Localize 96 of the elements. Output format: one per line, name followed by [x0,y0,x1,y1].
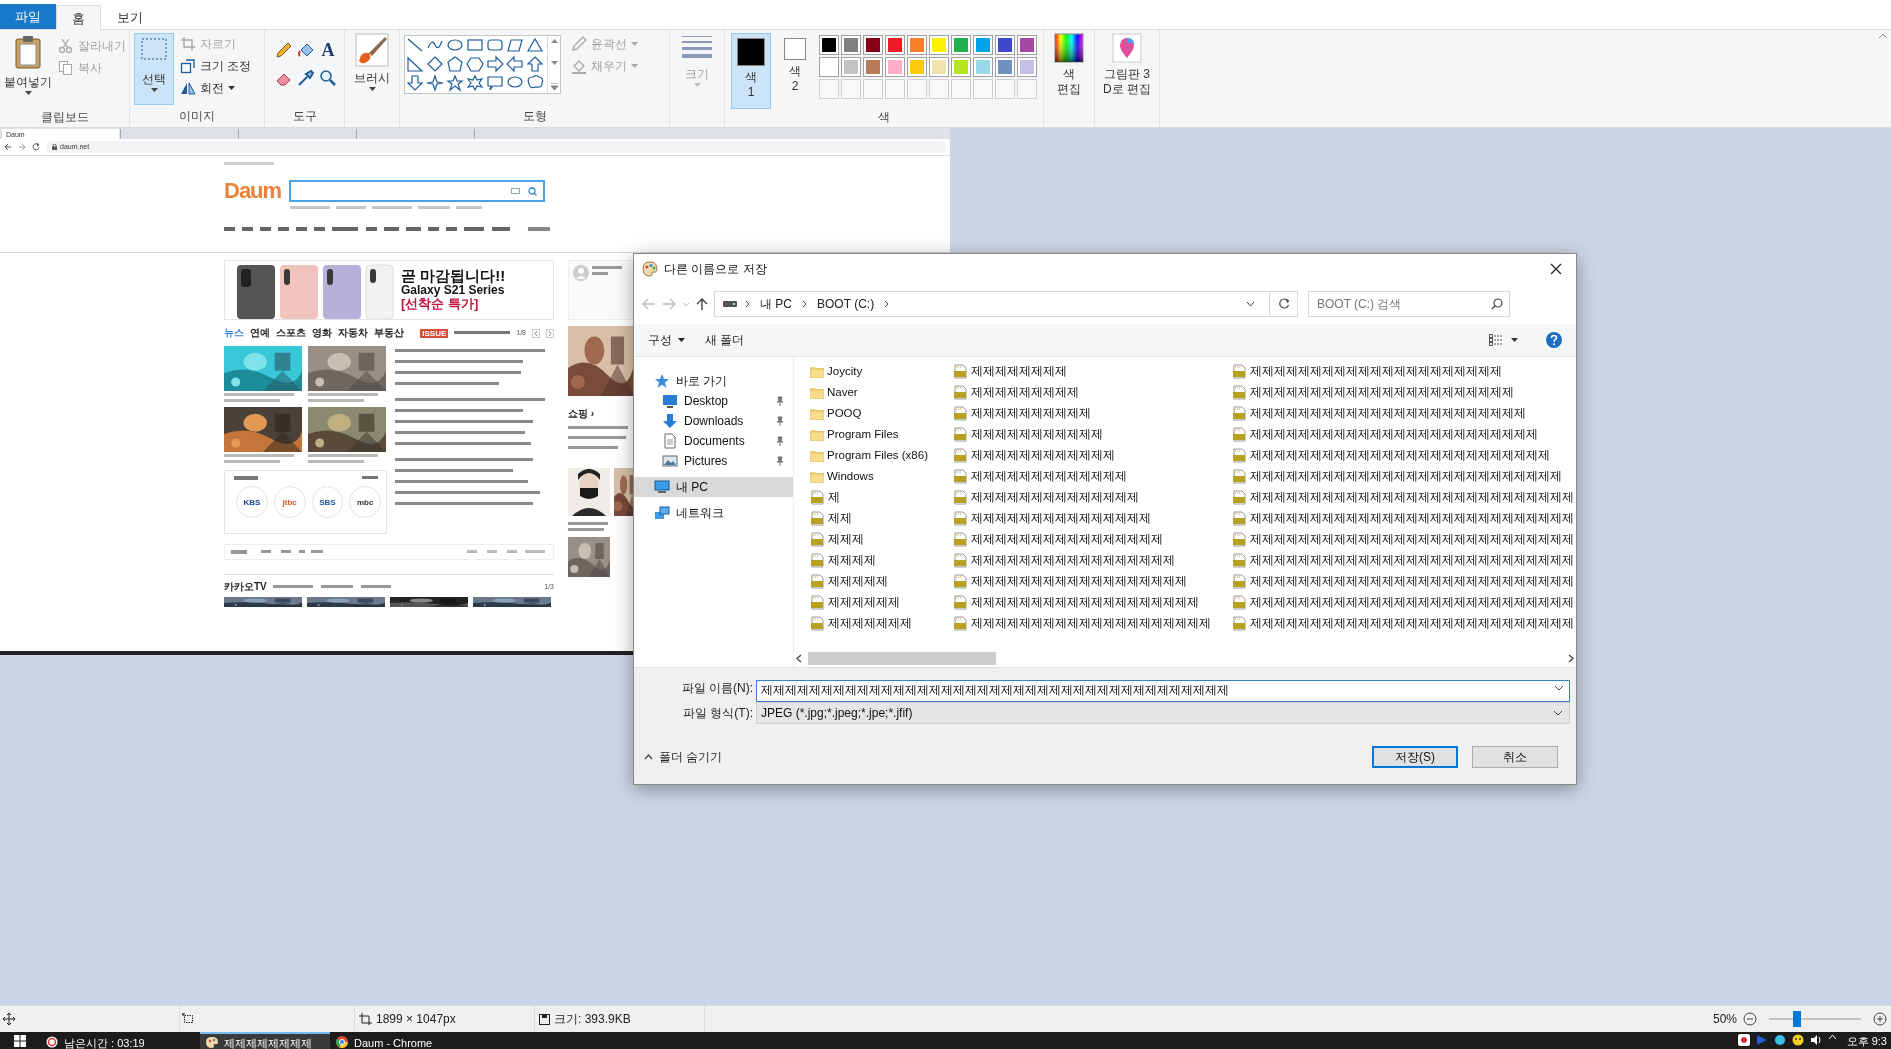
file-item[interactable]: 제제제제제제제 [810,613,912,634]
organize-button[interactable]: 구성 [648,331,685,349]
section-title: 카카오TV [224,581,267,593]
file-item[interactable]: 제제제제제제제제제제제제제제제제제제제제제제제제제제제 [1232,550,1574,571]
ad-headline: 곧 마감됩니다!! [401,269,506,283]
zoom-text: 50% [1712,1011,1737,1028]
news-tab[interactable]: 뉴스 [224,327,244,339]
new-folder-button[interactable]: 새 폴더 [705,331,745,349]
file-item[interactable]: 제제제제제제제제제 [953,382,1079,403]
file-item[interactable]: 제제제제제제제제제제제제제제제제제제제제제제제 [1232,403,1526,424]
file-item[interactable]: Joycity [810,361,863,382]
file-item[interactable]: 제제제 [810,529,864,550]
taskbar-button[interactable]: Daum - Chrome [330,1032,480,1049]
news-tab[interactable]: 영화 [312,327,332,339]
file-item[interactable]: 제제제제제제제제제제제제제제제제제제제제제제 [1232,382,1514,403]
news-tab[interactable]: 연예 [250,327,270,339]
dialog-title: 다른 이름으로 저장 [664,261,767,278]
file-item[interactable]: Program Files [810,424,899,445]
breadcrumb-item[interactable]: 내 PC [758,295,794,313]
paint-3d-button[interactable]: 그림판 3D로 편집 [1099,33,1155,97]
status-text: 크기: 393.9KB [554,1011,631,1028]
nav-pane-item[interactable]: 바로 가기 [634,371,793,391]
color-slot-button[interactable]: 색 2 [775,33,815,109]
file-item[interactable]: Program Files (x86) [810,445,928,466]
group-label: 색 [877,109,891,126]
field-label: 파일 이름(N): [680,680,754,697]
hide-folders-button[interactable]: 폴더 숨기기 [644,748,723,766]
file-item[interactable]: 제제제제제제제제제제 [953,403,1091,424]
paste-button[interactable]: 붙여넣기 [4,33,52,109]
nav-pane-item[interactable]: Downloads [634,411,793,431]
nav-pane-item[interactable]: 내 PC [634,477,793,497]
file-item[interactable]: 제제제제제제제제제제제 [953,424,1103,445]
group-label: 도형 [521,108,548,125]
file-item[interactable]: 제제제제제제제제 [953,361,1067,382]
file-item[interactable]: 제제제제제제제제제제제제제제제제제제제제제제제제제제제 [1232,487,1574,508]
file-item[interactable]: 제제제제 [810,550,876,571]
file-item[interactable]: Naver [810,382,858,403]
ad-product: Galaxy S21 Series [401,283,506,297]
file-item[interactable]: 제제제제제제제제제제제제제제제제제 [953,550,1175,571]
cancel-button[interactable]: 취소 [1472,746,1558,768]
file-item[interactable]: POOQ [810,403,862,424]
status-text: 1899 × 1047px [376,1011,456,1028]
file-item[interactable]: 제제제제제제제제제제제제제제제제제제제제제제제제제제제 [1232,508,1574,529]
group-label: 이미지 [178,108,216,125]
file-item[interactable]: 제제제제제제제제제제제제제제제제제제제제제제제제제제 [1232,466,1562,487]
ribbon-tab[interactable]: 홈 [56,5,101,30]
color-slot-button[interactable]: 색 1 [731,33,771,109]
edit-colors-button[interactable]: 색 편집 [1048,33,1090,97]
file-item[interactable]: 제제제제제제제제제제제제제제제제제제제제제제제제제제제 [1232,592,1574,613]
filename-field[interactable]: 제제제제제제제제제제제제제제제제제제제제제제제제제제제제제제제제제제제제제제제 [756,679,1570,702]
file-item[interactable]: 제제제제제제제제제제제제제제제제제제 [953,571,1187,592]
file-item[interactable]: 제제 [810,508,852,529]
ribbon-tab[interactable]: 보기 [101,4,159,29]
file-item[interactable]: Windows [810,466,874,487]
news-tab[interactable]: 자동차 [338,327,368,339]
field-label: 파일 형식(T): [682,705,754,722]
file-item[interactable]: 제제제제제제제제제제제제제제제제제제제제제제제제제제제 [1232,613,1574,634]
group-label: 도구 [291,108,318,125]
select-button[interactable]: 선택 [134,33,174,105]
section-title: 쇼핑 › [568,408,596,420]
file-type-dropdown[interactable]: JPEG (*.jpg;*.jpeg;*.jpe;*.jfif) [756,702,1570,724]
ad-offer: [선착순 특가] [401,297,480,311]
rotate-button[interactable]: 회전 [177,77,255,99]
issue-badge: ISSUE [420,328,449,338]
breadcrumb-item[interactable]: BOOT (C:) [815,295,877,313]
save-button[interactable]: 저장(S) [1372,746,1458,768]
taskbar-button[interactable]: 제제제제제제제제 [200,1032,330,1049]
file-item[interactable]: 제제제제제제제제제제제제제제제제제제제제제제제제제 [1232,445,1550,466]
news-tab[interactable]: 스포츠 [276,327,306,339]
brushes-button[interactable]: 브러시 [349,33,395,109]
file-item[interactable]: 제제제제제제제제제제제제제제 [953,487,1139,508]
nav-pane-item[interactable]: Documents [634,431,793,451]
file-item[interactable]: 제제제제제제제제제제제제제제제제제제제제제제제제제제제 [1232,529,1574,550]
taskbar-button[interactable]: 남은시간 : 03:19 [40,1032,200,1049]
group-label: 클립보드 [39,109,90,126]
file-item[interactable]: 제제제제제 [810,571,888,592]
address-bar[interactable]: 내 PC BOOT (C:) [714,291,1298,317]
nav-pane-item[interactable]: Desktop [634,391,793,411]
file-item[interactable]: 제제제제제제 [810,592,900,613]
file-item[interactable]: 제제제제제제제제제제제제제제제제제제제 [953,592,1199,613]
file-item[interactable]: 제제제제제제제제제제제제제제제제제제제제제제제제제제제 [1232,571,1574,592]
text-tool-button[interactable]: A [319,41,337,59]
nav-pane-item[interactable]: Pictures [634,451,793,471]
ribbon-tab[interactable]: 파일 [0,4,56,29]
file-item[interactable]: 제제제제제제제제제제제제제제제 [953,508,1151,529]
file-item[interactable]: 제제제제제제제제제제제제제제제제제제제제제 [1232,361,1502,382]
file-item[interactable]: 제제제제제제제제제제제제제제제제제제제제제제제제 [1232,424,1538,445]
file-item[interactable]: 제 [810,487,840,508]
file-item[interactable]: 제제제제제제제제제제제제제제제제 [953,529,1163,550]
nav-pane-item[interactable]: 네트워크 [634,503,793,523]
resize-button[interactable]: 크기 조정 [177,55,255,77]
news-tab[interactable]: 부동산 [374,327,404,339]
file-item[interactable]: 제제제제제제제제제제제제제 [953,466,1127,487]
file-item[interactable]: 제제제제제제제제제제제제제제제제제제제제 [953,613,1211,634]
file-item[interactable]: 제제제제제제제제제제제제 [953,445,1115,466]
taskbar-clock[interactable]: 오후 9:3 [1842,1034,1887,1048]
